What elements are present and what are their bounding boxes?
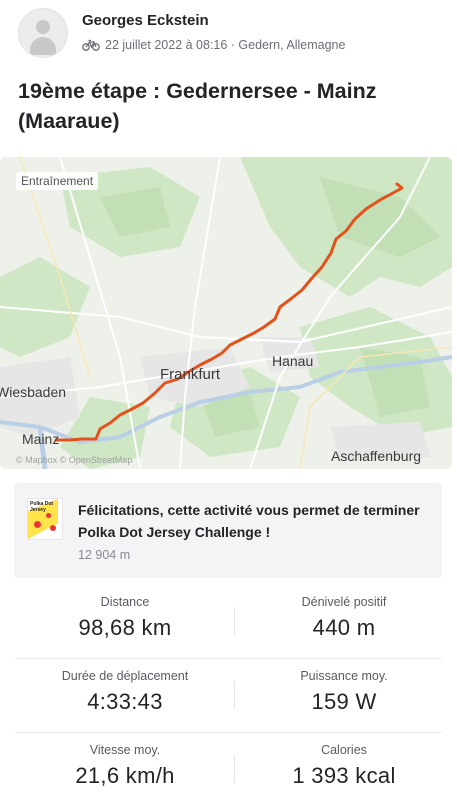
achievement-card[interactable]: Polka Dot Jersey Félicitations, cette ac… bbox=[14, 483, 442, 578]
avatar-head bbox=[36, 20, 50, 34]
achievement-text: Félicitations, cette activité vous perme… bbox=[78, 502, 420, 540]
stat-label: Calories bbox=[321, 743, 367, 757]
activity-meta: 22 juillet 2022 à 08:16 · Gedern, Allema… bbox=[82, 38, 345, 52]
avatar-body bbox=[30, 37, 56, 55]
stat-value: 98,68 km bbox=[78, 615, 172, 640]
city-label-hanau: Hanau bbox=[272, 353, 314, 369]
stats-row: Vitesse moy. 21,6 km/h Calories 1 393 kc… bbox=[0, 733, 457, 805]
stats-row: Durée de déplacement 4:33:43 Puissance m… bbox=[0, 659, 457, 731]
map-canvas bbox=[0, 157, 452, 469]
athlete-name[interactable]: Georges Eckstein bbox=[82, 12, 209, 29]
map-attribution: © Mapbox © OpenStreetMap bbox=[16, 455, 133, 465]
stat-distance: Distance 98,68 km bbox=[15, 585, 235, 641]
activity-title: 19ème étape : Gedernersee - Mainz (Maara… bbox=[18, 79, 377, 133]
stat-avg-power: Puissance moy. 159 W bbox=[234, 659, 454, 715]
stat-label: Dénivelé positif bbox=[301, 595, 387, 609]
bike-icon bbox=[82, 39, 100, 51]
polka-dot bbox=[46, 513, 51, 518]
stat-label: Durée de déplacement bbox=[61, 669, 189, 683]
stat-avg-speed: Vitesse moy. 21,6 km/h bbox=[15, 733, 235, 789]
stat-calories: Calories 1 393 kcal bbox=[234, 733, 454, 789]
activity-date-location: 22 juillet 2022 à 08:16 · Gedern, Allema… bbox=[105, 38, 346, 52]
stat-value: 159 W bbox=[311, 689, 377, 714]
polka-dot bbox=[34, 521, 41, 528]
stats-row: Distance 98,68 km Dénivelé positif 440 m bbox=[0, 585, 457, 657]
stat-value: 4:33:43 bbox=[87, 689, 163, 714]
polka-dot bbox=[50, 525, 56, 531]
stat-moving-time: Durée de déplacement 4:33:43 bbox=[15, 659, 235, 715]
city-label-aschaffenburg: Aschaffenburg bbox=[331, 448, 422, 464]
map-type-badge: Entraînement bbox=[16, 172, 99, 190]
stat-value: 21,6 km/h bbox=[75, 763, 175, 788]
stat-label: Puissance moy. bbox=[300, 669, 388, 683]
route-map[interactable]: Entraînement Frankfurt Hanau Wiesbaden M… bbox=[0, 157, 452, 469]
avatar[interactable] bbox=[18, 8, 68, 58]
badge-label: Polka Dot Jersey bbox=[30, 501, 54, 513]
city-label-frankfurt: Frankfurt bbox=[160, 366, 221, 383]
stat-value: 440 m bbox=[312, 615, 376, 640]
stat-elevation-gain: Dénivelé positif 440 m bbox=[234, 585, 454, 641]
activity-header: Georges Eckstein 22 juillet 2022 à 08:16… bbox=[18, 8, 447, 58]
city-label-wiesbaden: Wiesbaden bbox=[0, 384, 67, 400]
stat-label: Distance bbox=[100, 595, 150, 609]
city-label-mainz: Mainz bbox=[22, 431, 60, 447]
achievement-sub: 12 904 m bbox=[78, 548, 131, 562]
stat-label: Vitesse moy. bbox=[89, 743, 161, 757]
challenge-badge-icon: Polka Dot Jersey bbox=[27, 498, 63, 540]
stat-value: 1 393 kcal bbox=[292, 763, 396, 788]
